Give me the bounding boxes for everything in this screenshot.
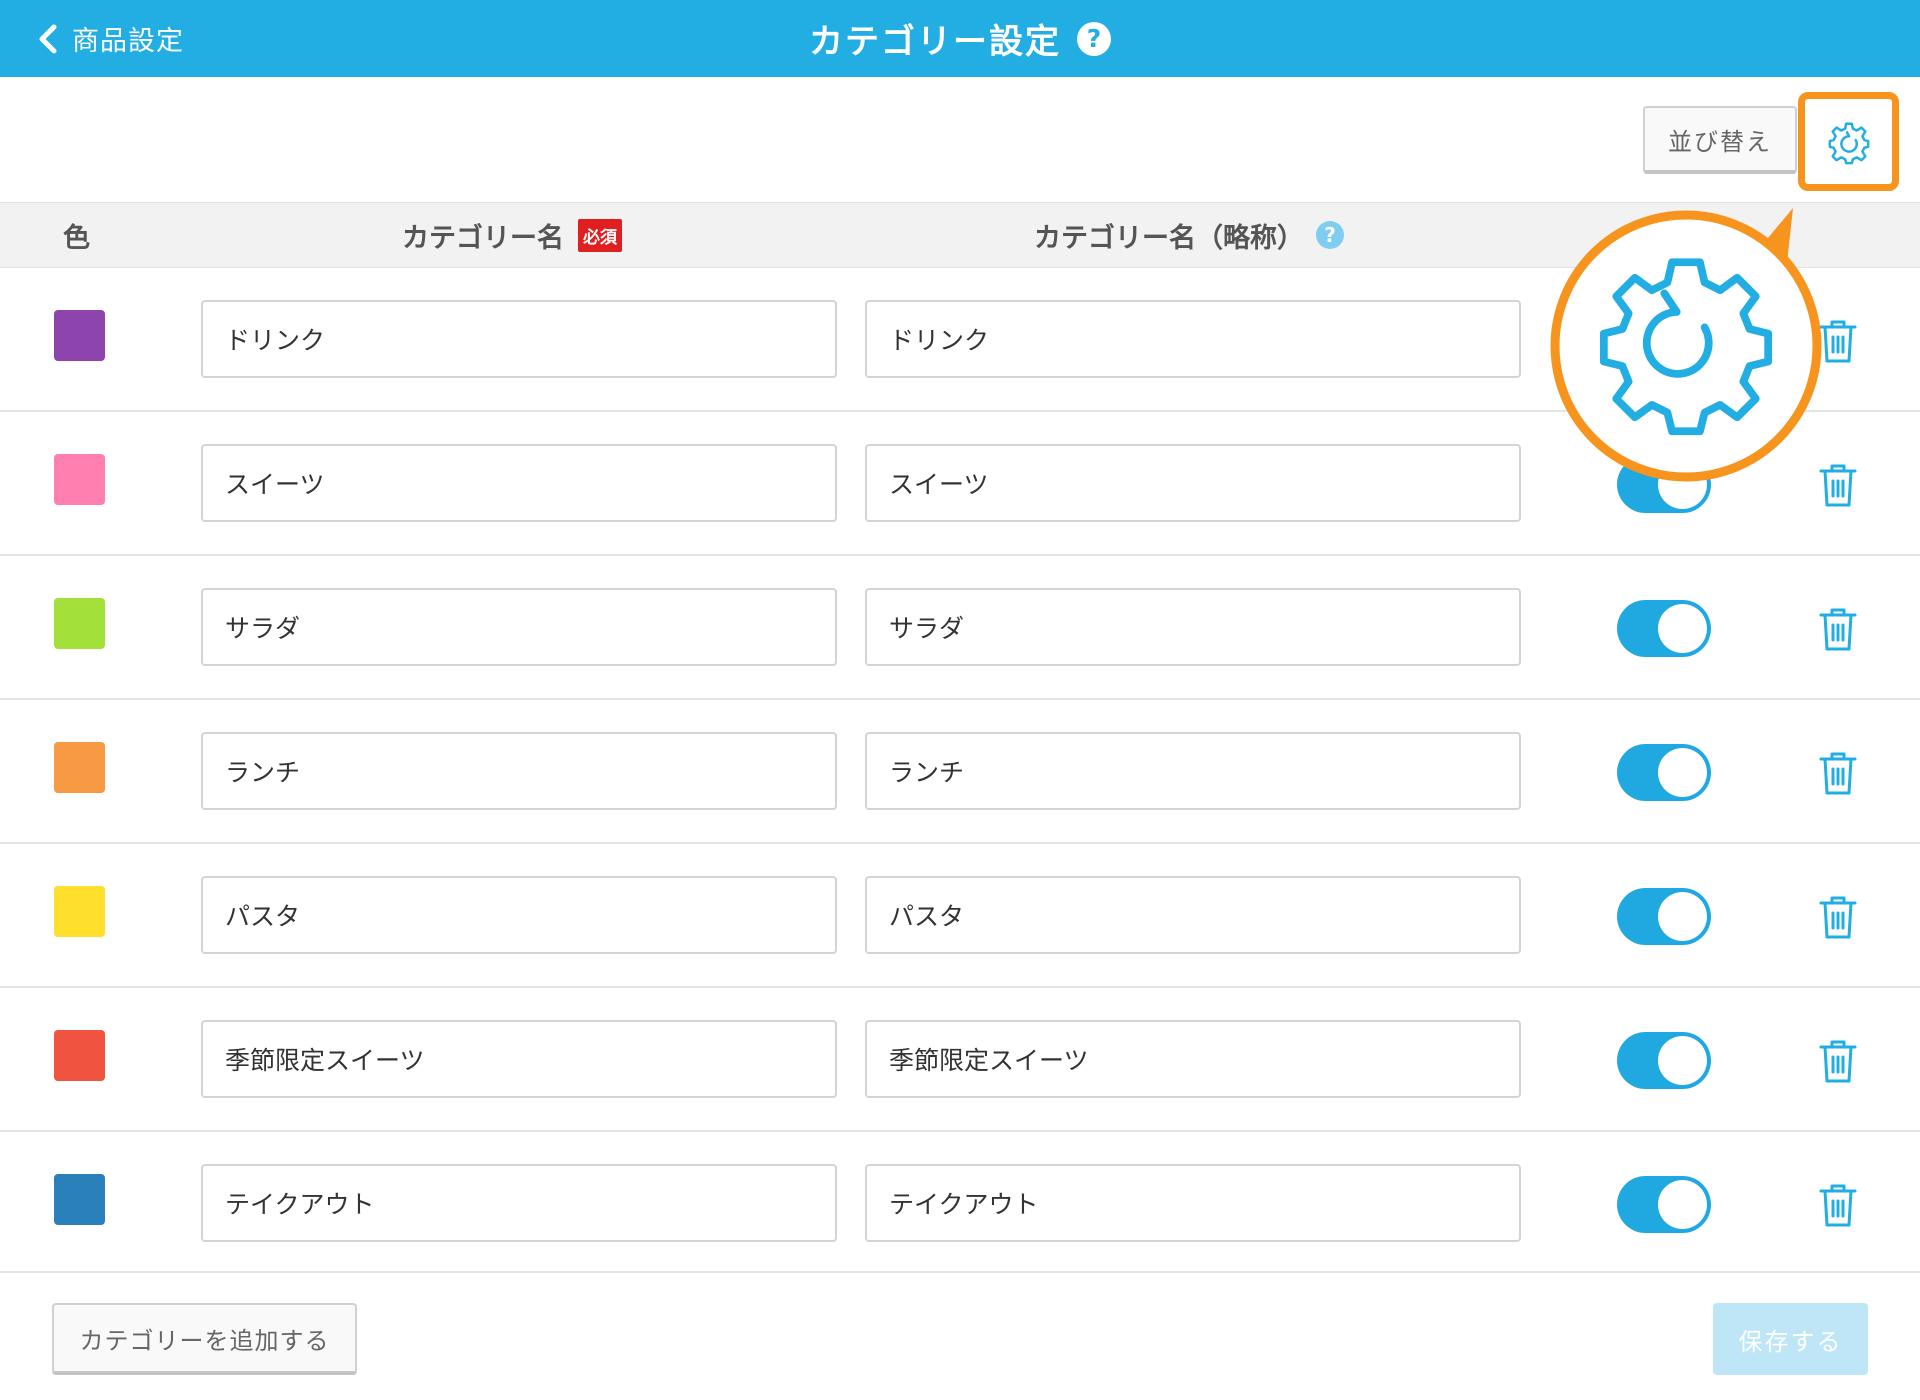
toggle-knob	[1658, 748, 1707, 797]
help-icon[interactable]: ?	[1077, 21, 1111, 56]
color-swatch[interactable]	[54, 1174, 105, 1225]
toggle-knob	[1658, 1036, 1707, 1085]
required-badge: 必須	[578, 218, 622, 252]
color-swatch[interactable]	[54, 454, 105, 505]
header-abbr-label: カテゴリー名（略称）	[1034, 222, 1304, 254]
category-abbr-input[interactable]	[865, 876, 1521, 954]
display-toggle[interactable]	[1617, 888, 1711, 945]
table-row	[0, 1132, 1920, 1276]
display-toggle[interactable]	[1617, 312, 1711, 369]
header-name-label: カテゴリー名	[402, 222, 564, 254]
display-toggle[interactable]	[1617, 1176, 1711, 1233]
table-header: 色 カテゴリー名 必須 カテゴリー名（略称） ?	[0, 202, 1920, 268]
color-swatch[interactable]	[54, 886, 105, 937]
color-swatch[interactable]	[54, 1030, 105, 1081]
page-title: カテゴリー設定	[809, 22, 1061, 62]
color-swatch[interactable]	[54, 598, 105, 649]
settings-button[interactable]	[1798, 92, 1899, 191]
display-toggle[interactable]	[1617, 1032, 1711, 1089]
trash-icon[interactable]	[1818, 894, 1858, 940]
footer: カテゴリーを追加する 保存する	[0, 1271, 1920, 1400]
category-abbr-input[interactable]	[865, 300, 1521, 378]
category-name-input[interactable]	[201, 588, 837, 666]
category-abbr-input[interactable]	[865, 1164, 1521, 1242]
sort-button[interactable]: 並び替え	[1643, 106, 1797, 174]
category-name-input[interactable]	[201, 300, 837, 378]
display-toggle[interactable]	[1617, 744, 1711, 801]
trash-icon[interactable]	[1818, 1182, 1858, 1228]
trash-icon[interactable]	[1818, 1038, 1858, 1084]
table-row	[0, 700, 1920, 844]
category-abbr-input[interactable]	[865, 444, 1521, 522]
header-name: カテゴリー名 必須	[402, 203, 622, 267]
table-row	[0, 412, 1920, 556]
table-row	[0, 268, 1920, 412]
toggle-knob	[1658, 316, 1707, 365]
toggle-knob	[1658, 892, 1707, 941]
trash-icon[interactable]	[1818, 462, 1858, 508]
display-toggle[interactable]	[1617, 600, 1711, 657]
table-row	[0, 844, 1920, 988]
save-button[interactable]: 保存する	[1713, 1303, 1868, 1375]
table-row	[0, 988, 1920, 1132]
category-name-input[interactable]	[201, 1164, 837, 1242]
toggle-knob	[1658, 604, 1707, 653]
category-name-input[interactable]	[201, 876, 837, 954]
table-row	[0, 556, 1920, 700]
toggle-knob	[1658, 1180, 1707, 1229]
category-abbr-input[interactable]	[865, 732, 1521, 810]
header-color: 色	[63, 222, 90, 254]
trash-icon[interactable]	[1818, 750, 1858, 796]
add-category-button[interactable]: カテゴリーを追加する	[52, 1303, 357, 1375]
toggle-knob	[1658, 460, 1707, 509]
help-icon[interactable]: ?	[1316, 221, 1344, 249]
app-header: 商品設定 カテゴリー設定 ?	[0, 0, 1920, 77]
category-name-input[interactable]	[201, 732, 837, 810]
trash-icon[interactable]	[1818, 606, 1858, 652]
gear-icon	[1828, 122, 1869, 164]
category-abbr-input[interactable]	[865, 1020, 1521, 1098]
category-abbr-input[interactable]	[865, 588, 1521, 666]
page-title-wrap: カテゴリー設定 ?	[0, 0, 1920, 77]
display-toggle[interactable]	[1617, 456, 1711, 513]
color-swatch[interactable]	[54, 310, 105, 361]
color-swatch[interactable]	[54, 742, 105, 793]
category-name-input[interactable]	[201, 1020, 837, 1098]
trash-icon[interactable]	[1818, 318, 1858, 364]
header-abbr: カテゴリー名（略称） ?	[1034, 203, 1344, 267]
category-name-input[interactable]	[201, 444, 837, 522]
